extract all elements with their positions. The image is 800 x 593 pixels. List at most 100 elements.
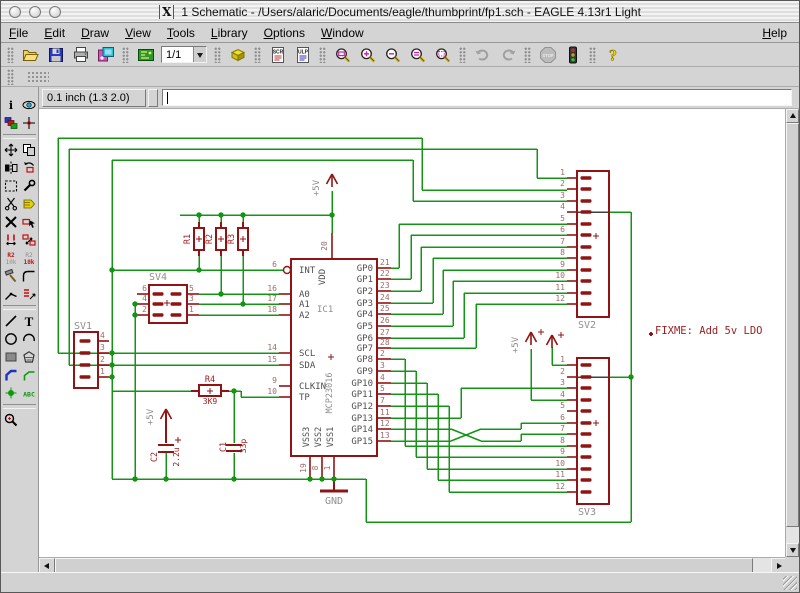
toolbar-button-use[interactable] [225, 44, 250, 65]
ulp-icon: ULP [294, 46, 312, 64]
command-line-input[interactable] [162, 89, 792, 106]
palette-tool-mark[interactable] [20, 114, 38, 132]
toolbar-button-open[interactable] [18, 44, 43, 65]
text-icon: T [22, 314, 36, 328]
palette-tool-delete[interactable] [2, 213, 20, 231]
palette-tool-label[interactable]: ABC [20, 384, 38, 402]
palette-tool-mirror[interactable] [2, 159, 20, 177]
menu-tools[interactable]: Tools [159, 24, 203, 42]
menu-window[interactable]: Window [313, 24, 372, 42]
sheet-selector[interactable]: 1/1 [161, 46, 207, 63]
palette-tool-display[interactable] [2, 114, 20, 132]
component-SV1[interactable]: SV14321 [74, 321, 109, 388]
menu-file[interactable]: File [1, 24, 36, 42]
svg-text:12: 12 [380, 419, 390, 428]
palette-tool-smash[interactable] [2, 267, 20, 285]
svg-text:GP13: GP13 [351, 414, 373, 424]
svg-text:GP4: GP4 [357, 310, 373, 320]
toolbar-button-cam[interactable] [93, 44, 118, 65]
menu-draw[interactable]: Draw [73, 24, 117, 42]
palette-tool-circle[interactable] [2, 330, 20, 348]
palette-tool-miter[interactable] [20, 267, 38, 285]
palette-tool-group[interactable] [2, 177, 20, 195]
palette-tool-gateswap[interactable] [20, 231, 38, 249]
toolbar-button-zoomselect[interactable] [430, 44, 455, 65]
component-SV2[interactable]: SV2123456789101112 [555, 168, 609, 331]
component-SV4[interactable]: SV4642531 [137, 272, 199, 323]
palette-tool-erc[interactable] [2, 411, 20, 429]
toolbar-button-zoomout[interactable] [380, 44, 405, 65]
toolbar-grid-grip[interactable] [27, 71, 49, 82]
window-minimize-button[interactable] [29, 6, 41, 18]
toolbar-grip[interactable] [7, 69, 14, 85]
toolbar-button-board[interactable] [133, 44, 158, 65]
zoomout-icon [384, 46, 402, 64]
title-bar[interactable]: X1 Schematic - /Users/alaric/Documents/e… [1, 1, 799, 23]
palette-tool-net[interactable] [20, 366, 38, 384]
toolbar-button-help[interactable]: ? [600, 44, 625, 65]
sheet-selector-arrow[interactable] [193, 47, 206, 62]
v-scroll-down-button[interactable] [786, 543, 799, 557]
palette-tool-rotate[interactable] [20, 159, 38, 177]
svg-text:SV2: SV2 [578, 320, 596, 331]
window-close-button[interactable] [9, 6, 21, 18]
svg-text:3: 3 [189, 294, 194, 303]
palette-tool-bus[interactable] [2, 366, 20, 384]
net-wires[interactable] [58, 138, 631, 522]
palette-tool-add[interactable] [20, 213, 38, 231]
palette-tool-show[interactable] [20, 96, 38, 114]
palette-tool-copy[interactable] [20, 141, 38, 159]
svg-text:GP8: GP8 [357, 355, 373, 365]
menu-options[interactable]: Options [256, 24, 313, 42]
svg-text:2: 2 [560, 367, 565, 376]
window-zoom-button[interactable] [49, 6, 61, 18]
palette-tool-invoke[interactable] [20, 285, 38, 303]
svg-text:10: 10 [555, 271, 565, 280]
palette-tool-junction[interactable] [2, 384, 20, 402]
svg-text:T: T [25, 314, 34, 328]
palette-tool-polygon[interactable] [20, 348, 38, 366]
menu-edit[interactable]: Edit [36, 24, 73, 42]
vertical-scrollbar[interactable] [785, 109, 799, 557]
palette-tool-arc[interactable] [20, 330, 38, 348]
toolbar-button-scr[interactable]: SCR [265, 44, 290, 65]
palette-tool-rect[interactable] [2, 348, 20, 366]
palette-tool-move[interactable] [2, 141, 20, 159]
palette-tool-split[interactable] [2, 285, 20, 303]
palette-tool-paste[interactable] [20, 195, 38, 213]
toolbar-button-traffic[interactable] [560, 44, 585, 65]
component-IC1[interactable]: 6INT16A017A118A214SCL15SDA9CLKIN10TP21GP… [267, 233, 391, 479]
toolbar-grip [319, 47, 326, 63]
component-SV3[interactable]: SV3123456789101112 [555, 355, 609, 518]
svg-text:10: 10 [555, 459, 565, 468]
schematic-canvas[interactable]: 6INT16A017A118A214SCL15SDA9CLKIN10TP21GP… [39, 109, 787, 557]
svg-text:1: 1 [189, 305, 194, 314]
svg-text:11: 11 [555, 470, 565, 479]
menu-help[interactable]: Help [754, 24, 795, 42]
palette-tool-wire[interactable] [2, 312, 20, 330]
capacitor-plates[interactable] [158, 445, 242, 452]
toolbar-button-zoomfit[interactable] [330, 44, 355, 65]
v-scroll-thumb[interactable] [786, 123, 799, 527]
toolbar-button-zoomin[interactable] [355, 44, 380, 65]
toolbar-button-zoomredraw[interactable] [405, 44, 430, 65]
palette-tool-cut[interactable] [2, 195, 20, 213]
schematic-drawing[interactable]: 6INT16A017A118A214SCL15SDA9CLKIN10TP21GP… [39, 109, 787, 557]
palette-tool-name[interactable]: R210k [2, 249, 20, 267]
svg-text:3K9: 3K9 [203, 397, 218, 406]
invoke-icon [22, 287, 36, 301]
toolbar-button-print[interactable] [68, 44, 93, 65]
menu-view[interactable]: View [117, 24, 159, 42]
menu-library[interactable]: Library [203, 24, 256, 42]
palette-tool-value[interactable]: R210k [20, 249, 38, 267]
palette-tool-pinswap[interactable] [2, 231, 20, 249]
zoomredraw-icon [409, 46, 427, 64]
toolbar-button-save[interactable] [43, 44, 68, 65]
palette-tool-text[interactable]: T [20, 312, 38, 330]
v-scroll-up-button[interactable] [786, 109, 799, 123]
resize-grip[interactable] [783, 576, 797, 590]
palette-tool-change[interactable] [20, 177, 38, 195]
palette-tool-info[interactable]: i [2, 96, 20, 114]
toolbar-button-ulp[interactable]: ULP [290, 44, 315, 65]
right-arrow-icon [777, 563, 785, 569]
